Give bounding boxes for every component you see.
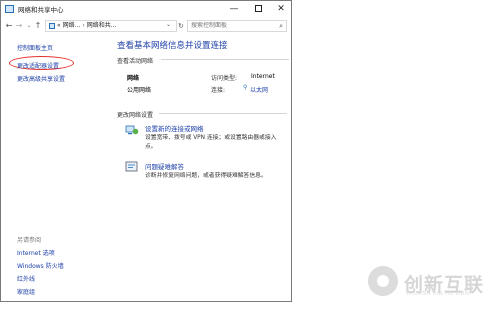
divider xyxy=(161,59,289,60)
troubleshoot-link[interactable]: 问题疑难解答 xyxy=(145,161,184,171)
address-bar[interactable]: « 网络... › 网络和共... xyxy=(45,20,177,32)
sidebar: 控制面板主页 更改适配器设置 更改高级共享设置 另请参阅 Internet 选项… xyxy=(1,35,111,301)
sidebar-link-change-adapter-settings[interactable]: 更改适配器设置 xyxy=(17,61,59,70)
forward-button[interactable]: → xyxy=(14,19,24,32)
ethernet-icon: ⚲ xyxy=(243,84,248,91)
breadcrumb-sharing-center[interactable]: 网络和共... xyxy=(87,22,117,29)
search-icon[interactable]: ⌕ xyxy=(279,21,283,31)
connections-label: 连接: xyxy=(211,87,226,94)
access-type-value: Internet xyxy=(251,73,275,80)
access-type-label: 访问类型: xyxy=(211,75,238,82)
close-button[interactable]: ✕ xyxy=(270,1,291,17)
see-also-homegroup[interactable]: 家庭组 xyxy=(17,287,35,296)
breadcrumb-network[interactable]: 网络... xyxy=(63,22,81,29)
breadcrumb-separator: › xyxy=(82,22,85,29)
watermark-logo-icon xyxy=(368,266,398,296)
title-bar: 网络和共享中心 — ✕ xyxy=(1,1,291,18)
search-input[interactable] xyxy=(191,22,277,29)
maximize-icon xyxy=(254,5,262,12)
see-also-internet-options[interactable]: Internet 选项 xyxy=(17,248,55,257)
troubleshoot-icon xyxy=(125,161,138,172)
network-name: 网络 xyxy=(127,75,140,82)
maximize-button[interactable] xyxy=(247,1,269,17)
search-box[interactable]: ⌕ xyxy=(187,20,287,32)
setup-new-connection-link[interactable]: 设置新的连接或网络 xyxy=(145,123,204,133)
control-panel-icon xyxy=(49,22,55,29)
watermark-subtext: CHUANG XIN HU LIAN xyxy=(406,291,470,297)
refresh-button[interactable]: ↻ xyxy=(178,20,186,32)
up-button[interactable]: ↑ xyxy=(33,19,43,32)
window-title: 网络和共享中心 xyxy=(18,6,64,14)
network-type: 公用网络 xyxy=(127,87,152,94)
minimize-button[interactable]: — xyxy=(223,1,245,17)
troubleshoot-desc: 诊断并修复网络问题，或者获得疑难解答信息。 xyxy=(145,173,267,179)
network-center-icon xyxy=(5,5,14,13)
network-sharing-window: 网络和共享中心 — ✕ ← → ⌄ ↑ « 网络... › 网络和共... ⌄ ↻ … xyxy=(0,0,292,302)
main-panel: 查看基本网络信息并设置连接 查看活动网络 网络 公用网络 访问类型: Inter… xyxy=(113,35,291,301)
active-networks-header: 查看活动网络 xyxy=(117,58,154,65)
watermark: 创新互联 CHUANG XIN HU LIAN xyxy=(360,262,500,302)
sidebar-link-advanced-sharing[interactable]: 更改高级共享设置 xyxy=(17,74,65,83)
address-row: ← → ⌄ ↑ « 网络...›网络和共... ⌄ ↻ ⌕ xyxy=(1,18,291,34)
sidebar-link-control-panel-home[interactable]: 控制面板主页 xyxy=(17,43,53,52)
see-also-infrared[interactable]: 红外线 xyxy=(17,274,35,283)
setup-new-connection-desc: 设置宽带、拨号或 VPN 连接；或设置路由器或接入点。 xyxy=(145,135,277,150)
divider xyxy=(159,113,287,114)
see-also-label: 另请参阅 xyxy=(17,237,42,244)
breadcrumb-overflow[interactable]: « xyxy=(57,22,61,29)
page-title: 查看基本网络信息并设置连接 xyxy=(117,41,228,51)
ethernet-connection-link[interactable]: 以太网 xyxy=(250,85,268,94)
change-settings-header: 更改网络设置 xyxy=(117,112,154,119)
network-setup-icon xyxy=(125,125,139,135)
back-button[interactable]: ← xyxy=(4,19,14,32)
address-dropdown-button[interactable]: ⌄ xyxy=(166,21,171,28)
see-also-windows-firewall[interactable]: Windows 防火墙 xyxy=(17,261,64,270)
